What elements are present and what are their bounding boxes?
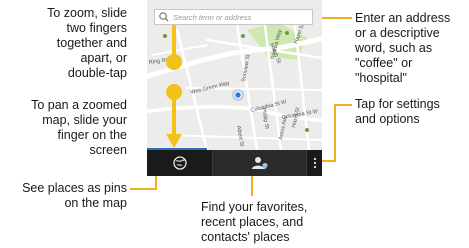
favorites-instruction: Find your favorites, recent places, and … <box>201 200 331 245</box>
pins-callout-horizontal <box>130 188 157 190</box>
zoom-instruction-text: To zoom, slide two fingers together and … <box>47 6 127 80</box>
favorites-button[interactable] <box>213 150 307 176</box>
maps-app-screen: Wes Green Way Hatch St Columbia St W Col… <box>147 0 322 176</box>
search-instruction: Enter an address or a descriptive word, … <box>355 11 467 86</box>
location-pin-icon <box>234 91 242 99</box>
poi-marker <box>305 128 309 132</box>
settings-instruction-text: Tap for settings and options <box>355 97 440 126</box>
search-bar[interactable] <box>154 9 313 25</box>
bottom-toolbar <box>147 150 322 176</box>
globe-pins-icon <box>172 156 187 170</box>
places-pins-button[interactable] <box>147 150 213 176</box>
favorites-instruction-text: Find your favorites, recent places, and … <box>201 200 308 244</box>
more-options-button[interactable] <box>307 150 322 176</box>
pan-instruction-text: To pan a zoomed map, slide your finger o… <box>31 98 127 157</box>
poi-marker <box>285 31 289 35</box>
pins-instruction: See places as pins on the map <box>0 181 127 211</box>
contact-place-icon <box>251 157 267 170</box>
search-input[interactable] <box>171 10 312 24</box>
more-options-icon <box>313 157 316 169</box>
zoom-instruction: To zoom, slide two fingers together and … <box>0 6 127 81</box>
settings-callout-top <box>334 104 352 106</box>
poi-marker <box>241 34 245 38</box>
settings-instruction: Tap for settings and options <box>355 97 467 127</box>
search-icon <box>159 12 169 22</box>
pan-instruction: To pan a zoomed map, slide your finger o… <box>0 98 127 158</box>
settings-callout-bottom <box>320 160 336 162</box>
pins-instruction-text: See places as pins on the map <box>22 181 127 210</box>
search-instruction-text: Enter an address or a descriptive word, … <box>355 11 451 85</box>
favorites-callout-line <box>251 176 253 196</box>
settings-callout-vertical <box>334 104 336 162</box>
poi-marker <box>163 34 167 38</box>
